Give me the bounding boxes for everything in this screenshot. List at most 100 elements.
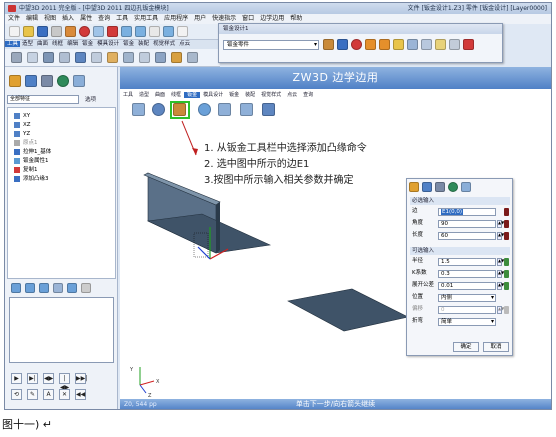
ribbon-tab-pointcloud[interactable]: 点云: [177, 41, 192, 47]
dialog-layer-icon[interactable]: [435, 182, 445, 192]
ribbon-tool-11-icon[interactable]: [171, 52, 182, 63]
ribbon-tool-1-icon[interactable]: [11, 52, 22, 63]
delete-button[interactable]: ✕: [59, 389, 70, 400]
ribbon-tool-10-icon[interactable]: [155, 52, 166, 63]
feature-filter-select[interactable]: 全部特征: [7, 95, 79, 104]
angle-spinner[interactable]: ▲▼: [497, 220, 504, 228]
assembly-manager-icon[interactable]: [25, 75, 37, 87]
open-folder-icon[interactable]: [23, 26, 34, 37]
menu-user[interactable]: 用户: [194, 15, 206, 22]
view-manager-icon[interactable]: [57, 75, 69, 87]
length-spinner[interactable]: ▲▼: [497, 232, 504, 240]
menu-insert[interactable]: 插入: [62, 15, 74, 22]
ribbon-tool-5-icon[interactable]: [75, 52, 86, 63]
fast-forward-button[interactable]: ▶▶|: [75, 373, 87, 384]
ribbon-tool-6-icon[interactable]: [91, 52, 102, 63]
select-icon[interactable]: [149, 26, 160, 37]
edge-pick-icon[interactable]: [504, 208, 509, 216]
menu-file[interactable]: 文件: [8, 15, 20, 22]
ribbon-tool-2-icon[interactable]: [27, 52, 38, 63]
ribbon-tool-4-icon[interactable]: [59, 52, 70, 63]
cut-doc-icon[interactable]: [421, 39, 432, 50]
tree-item-extrude[interactable]: 拉伸1_基体: [14, 148, 51, 156]
print-icon[interactable]: [51, 26, 62, 37]
copy-icon[interactable]: [435, 39, 446, 50]
position-select[interactable]: 内侧: [438, 294, 496, 302]
kfactor-var-icon[interactable]: [504, 270, 509, 278]
redo-icon[interactable]: [107, 26, 118, 37]
tolerance-input[interactable]: 0.01: [438, 282, 496, 290]
menu-apps[interactable]: 应用程序: [164, 15, 188, 22]
angle-field[interactable]: 角度 90 ▲▼: [410, 219, 510, 228]
paste-icon[interactable]: [449, 39, 460, 50]
tree-item-xz[interactable]: XZ: [14, 121, 31, 129]
ribbon-tab-sheetmetal-2[interactable]: 钣金: [121, 41, 136, 47]
dialog-view-icon[interactable]: [448, 182, 458, 192]
panel-tool-1-icon[interactable]: [11, 283, 21, 293]
angle-input[interactable]: 90: [438, 220, 496, 228]
tree-item-sheetmetal-attr[interactable]: 钣金属性1: [14, 157, 49, 165]
ribbon-tab-mold[interactable]: 模具设计: [95, 41, 121, 47]
forward-arrow-icon[interactable]: [379, 39, 390, 50]
pencil-icon[interactable]: [393, 39, 404, 50]
history-manager-icon[interactable]: [9, 75, 21, 87]
radius-spinner[interactable]: ▲▼: [497, 258, 504, 266]
menu-learn[interactable]: 边学边用: [260, 15, 284, 22]
offset-field[interactable]: 偏移 0 ▲▼: [410, 305, 510, 314]
menu-window[interactable]: 窗口: [242, 15, 254, 22]
layer-manager-icon[interactable]: [41, 75, 53, 87]
folder-icon[interactable]: [323, 39, 334, 50]
edge-input[interactable]: E1(0,0): [438, 208, 496, 216]
filter-all-icon[interactable]: [177, 26, 188, 37]
regenerate-button[interactable]: ⟲: [11, 389, 22, 400]
menu-query[interactable]: 查询: [98, 15, 110, 22]
ribbon-tab-visual[interactable]: 视觉样式: [151, 41, 177, 47]
tolerance-spinner[interactable]: ▲▼: [497, 282, 504, 290]
menu-quick[interactable]: 快速指示: [212, 15, 236, 22]
ribbon-tab-edit[interactable]: 编辑: [65, 41, 80, 47]
stop-doc-icon[interactable]: [351, 39, 362, 50]
ribbon-tab-tools[interactable]: 工具: [5, 41, 21, 47]
delete-icon[interactable]: [463, 39, 474, 50]
panel-tool-3-icon[interactable]: [39, 283, 49, 293]
ribbon-tab-modeling[interactable]: 造型: [20, 41, 35, 47]
step-both-button[interactable]: ◀▶: [43, 373, 54, 384]
angle-var-icon[interactable]: [504, 220, 509, 228]
relief-field[interactable]: 折弯 简单: [410, 317, 510, 326]
undo-icon[interactable]: [93, 26, 104, 37]
pick-filter-icon[interactable]: [163, 26, 174, 37]
options-button[interactable]: 选项: [85, 95, 96, 103]
radius-field[interactable]: 半径 1.5 ▲▼: [410, 257, 510, 266]
play-button[interactable]: ▶: [11, 373, 22, 384]
position-field[interactable]: 位置 内侧: [410, 293, 510, 302]
panel-tool-5-icon[interactable]: [67, 283, 77, 293]
rewind-button[interactable]: ◀◀: [75, 389, 86, 400]
step-end-button[interactable]: ▶|: [27, 373, 38, 384]
ribbon-tab-sheetmetal[interactable]: 钣金: [80, 41, 95, 47]
ribbon-tool-8-icon[interactable]: [123, 52, 134, 63]
dialog-assembly-icon[interactable]: [422, 182, 432, 192]
tree-item-xy[interactable]: XY: [14, 112, 30, 120]
arrow-left-icon[interactable]: [121, 26, 132, 37]
edit-button[interactable]: ✎: [27, 389, 38, 400]
dialog-history-icon[interactable]: [409, 182, 419, 192]
arrow-right-icon[interactable]: [135, 26, 146, 37]
tree-item-copy[interactable]: 复制1: [14, 166, 38, 174]
length-var-icon[interactable]: [504, 232, 509, 240]
ok-button[interactable]: 确定: [453, 342, 479, 352]
document-type-select[interactable]: 钣金零件: [223, 40, 319, 50]
tree-item-origin[interactable]: 原点1: [14, 139, 38, 147]
length-input[interactable]: 60: [438, 232, 496, 240]
ribbon-tool-9-icon[interactable]: [139, 52, 150, 63]
kfactor-input[interactable]: 0.3: [438, 270, 496, 278]
graphics-viewport[interactable]: ZW3D 边学边用 工具 造型 曲面 线框 钣金 模具设计 钣金 装配 视觉样式 点云 查询: [120, 67, 551, 399]
stop-icon[interactable]: [79, 26, 90, 37]
save-doc-icon[interactable]: [337, 39, 348, 50]
tolerance-var-icon[interactable]: [504, 282, 509, 290]
menu-view[interactable]: 视图: [44, 15, 56, 22]
dialog-property-icon[interactable]: [461, 182, 471, 192]
ribbon-tab-assembly[interactable]: 装配: [136, 41, 151, 47]
ribbon-tool-7-icon[interactable]: [107, 52, 118, 63]
relief-select[interactable]: 简单: [438, 318, 496, 326]
tree-item-yz[interactable]: YZ: [14, 130, 30, 138]
